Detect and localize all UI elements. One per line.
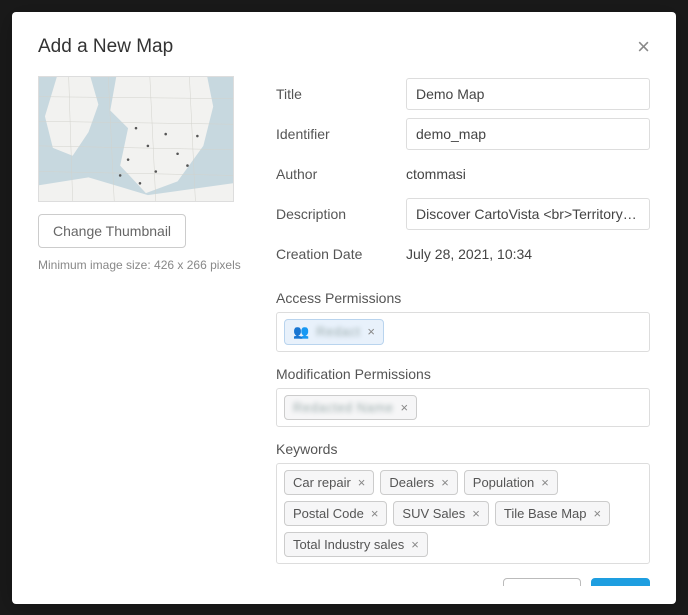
remove-tag-icon[interactable]: × [358, 475, 366, 490]
keyword-tag[interactable]: SUV Sales × [393, 501, 488, 526]
author-label: Author [276, 166, 406, 182]
add-button[interactable]: Add [591, 578, 650, 586]
keywords-box[interactable]: Car repair×Dealers×Population×Postal Cod… [276, 463, 650, 564]
creation-date-value: July 28, 2021, 10:34 [406, 239, 650, 269]
identifier-input[interactable] [406, 118, 650, 150]
keyword-label: SUV Sales [402, 506, 465, 521]
remove-tag-icon[interactable]: × [411, 537, 419, 552]
cancel-button[interactable]: Cancel [503, 578, 581, 586]
author-value: ctommasi [406, 159, 650, 189]
keyword-tag[interactable]: Total Industry sales × [284, 532, 428, 557]
access-permissions-label: Access Permissions [276, 290, 650, 306]
access-permissions-box[interactable]: 👥 Redact × [276, 312, 650, 352]
description-input[interactable] [406, 198, 650, 230]
keyword-tag[interactable]: Population × [464, 470, 558, 495]
title-label: Title [276, 86, 406, 102]
add-map-dialog: Add a New Map × [12, 12, 676, 604]
title-input[interactable] [406, 78, 650, 110]
identifier-label: Identifier [276, 126, 406, 142]
keyword-label: Population [473, 475, 534, 490]
modification-permissions-box[interactable]: Redacted Name × [276, 388, 650, 427]
keywords-label: Keywords [276, 441, 650, 457]
keyword-label: Tile Base Map [504, 506, 587, 521]
remove-tag-icon[interactable]: × [371, 506, 379, 521]
access-permission-value: Redact [316, 324, 360, 339]
remove-tag-icon[interactable]: × [367, 324, 375, 339]
creation-date-label: Creation Date [276, 246, 406, 262]
keyword-tag[interactable]: Tile Base Map × [495, 501, 610, 526]
modification-permissions-label: Modification Permissions [276, 366, 650, 382]
thumbnail-hint: Minimum image size: 426 x 266 pixels [38, 258, 256, 272]
group-icon: 👥 [293, 324, 309, 340]
keyword-tag[interactable]: Dealers × [380, 470, 457, 495]
remove-tag-icon[interactable]: × [441, 475, 449, 490]
remove-tag-icon[interactable]: × [541, 475, 549, 490]
close-icon[interactable]: × [637, 36, 650, 58]
remove-tag-icon[interactable]: × [472, 506, 480, 521]
remove-tag-icon[interactable]: × [594, 506, 602, 521]
thumbnail-preview [38, 76, 234, 202]
access-permission-tag[interactable]: 👥 Redact × [284, 319, 384, 345]
keyword-tag[interactable]: Car repair × [284, 470, 374, 495]
modification-permission-value: Redacted Name [293, 400, 393, 415]
modification-permission-tag[interactable]: Redacted Name × [284, 395, 417, 420]
description-label: Description [276, 206, 406, 222]
keyword-label: Postal Code [293, 506, 364, 521]
dialog-title: Add a New Map [38, 36, 173, 58]
keyword-label: Dealers [389, 475, 434, 490]
change-thumbnail-button[interactable]: Change Thumbnail [38, 214, 186, 248]
keyword-label: Car repair [293, 475, 351, 490]
remove-tag-icon[interactable]: × [400, 400, 408, 415]
keyword-tag[interactable]: Postal Code × [284, 501, 387, 526]
keyword-label: Total Industry sales [293, 537, 404, 552]
